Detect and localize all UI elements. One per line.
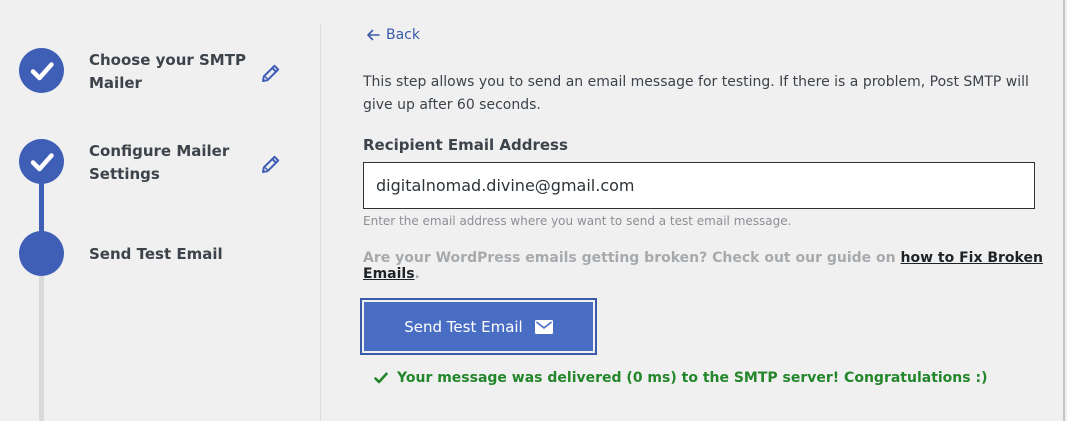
sidebar-divider bbox=[320, 24, 321, 421]
check-icon bbox=[30, 61, 54, 80]
step-1-edit-button[interactable] bbox=[259, 61, 283, 85]
step-track-complete bbox=[39, 180, 44, 232]
step-2-complete-indicator bbox=[19, 139, 64, 184]
broken-emails-suffix: . bbox=[414, 266, 420, 282]
check-icon bbox=[30, 152, 54, 171]
checkmark-icon bbox=[374, 372, 388, 384]
back-label: Back bbox=[386, 27, 420, 43]
broken-emails-notice: Are your WordPress emails getting broken… bbox=[363, 250, 1067, 282]
right-border bbox=[1063, 0, 1065, 421]
pencil-icon bbox=[262, 64, 280, 82]
pencil-icon bbox=[262, 155, 280, 173]
step-2-label: Configure Mailer Settings bbox=[89, 142, 230, 183]
arrow-left-icon bbox=[367, 29, 380, 41]
recipient-email-hint: Enter the email address where you want t… bbox=[363, 214, 792, 228]
envelope-icon bbox=[534, 319, 553, 334]
step-track-remaining bbox=[39, 272, 44, 421]
step-2-edit-button[interactable] bbox=[259, 152, 283, 176]
back-link[interactable]: Back bbox=[366, 27, 420, 43]
step-1-complete-indicator bbox=[19, 48, 64, 93]
send-test-email-button-face[interactable]: Send Test Email bbox=[364, 302, 593, 351]
step-1-label: Choose your SMTP Mailer bbox=[89, 51, 246, 92]
success-message: Your message was delivered (0 ms) to the… bbox=[374, 370, 987, 386]
send-test-email-label: Send Test Email bbox=[404, 317, 523, 336]
broken-emails-text: Are your WordPress emails getting broken… bbox=[363, 250, 901, 266]
step-description: This step allows you to send an email me… bbox=[363, 74, 1029, 113]
send-test-email-button[interactable]: Send Test Email bbox=[360, 298, 597, 355]
recipient-email-input[interactable] bbox=[363, 162, 1035, 209]
recipient-email-label: Recipient Email Address bbox=[363, 136, 568, 154]
success-message-text: Your message was delivered (0 ms) to the… bbox=[397, 370, 988, 386]
step-3-label: Send Test Email bbox=[89, 245, 223, 263]
step-3-current-indicator bbox=[19, 231, 64, 276]
